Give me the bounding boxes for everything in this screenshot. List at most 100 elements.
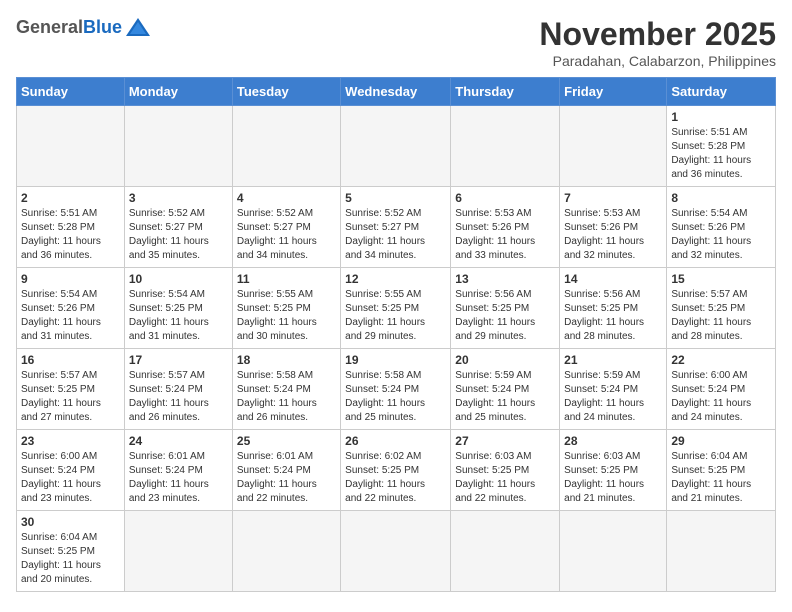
calendar-day-cell: 5 Sunrise: 5:52 AM Sunset: 5:27 PM Daylig… <box>341 187 451 268</box>
day-info: Sunrise: 6:04 AM Sunset: 5:25 PM Dayligh… <box>671 450 771 506</box>
logo-icon <box>124 16 152 38</box>
calendar-day-cell: 28 Sunrise: 6:03 AM Sunset: 5:25 PM Dayli… <box>560 430 667 511</box>
calendar-day-cell: 21Sunrise: 5:59 AM Sunset: 5:24 PM Dayli… <box>560 349 667 430</box>
calendar-day-cell <box>667 511 776 592</box>
calendar-week-row: 16Sunrise: 5:57 AM Sunset: 5:25 PM Dayli… <box>17 349 776 430</box>
day-number: 15 <box>671 272 771 286</box>
day-info: Sunrise: 6:01 AM Sunset: 5:24 PM Dayligh… <box>129 450 228 506</box>
calendar-day-cell: 6Sunrise: 5:53 AM Sunset: 5:26 PM Daylig… <box>451 187 560 268</box>
day-number: 19 <box>345 353 446 367</box>
day-number: 25 <box>237 434 336 448</box>
calendar-week-row: 1Sunrise: 5:51 AM Sunset: 5:28 PM Daylig… <box>17 106 776 187</box>
calendar-day-cell: 15 Sunrise: 5:57 AM Sunset: 5:25 PM Dayli… <box>667 268 776 349</box>
day-number: 5 <box>345 191 446 205</box>
calendar-day-cell: 7Sunrise: 5:53 AM Sunset: 5:26 PM Daylig… <box>560 187 667 268</box>
day-info: Sunrise: 5:55 AM Sunset: 5:25 PM Dayligh… <box>237 288 336 344</box>
day-number: 9 <box>21 272 120 286</box>
day-info: Sunrise: 5:55 AM Sunset: 5:25 PM Dayligh… <box>345 288 446 344</box>
day-info: Sunrise: 5:51 AM Sunset: 5:28 PM Dayligh… <box>21 207 120 263</box>
calendar-day-cell <box>17 106 125 187</box>
day-number: 21 <box>564 353 662 367</box>
day-info: Sunrise: 5:59 AM Sunset: 5:24 PM Dayligh… <box>455 369 555 425</box>
calendar-day-cell <box>560 106 667 187</box>
calendar-day-cell: 8 Sunrise: 5:54 AM Sunset: 5:26 PM Daylig… <box>667 187 776 268</box>
day-number: 23 <box>21 434 120 448</box>
calendar-day-cell: 24 Sunrise: 6:01 AM Sunset: 5:24 PM Dayli… <box>124 430 232 511</box>
day-info: Sunrise: 5:57 AM Sunset: 5:24 PM Dayligh… <box>129 369 228 425</box>
day-number: 30 <box>21 515 120 529</box>
calendar-week-row: 30 Sunrise: 6:04 AM Sunset: 5:25 PM Dayli… <box>17 511 776 592</box>
page-header: General Blue November 2025 Paradahan, Ca… <box>16 16 776 69</box>
logo-general-text: General <box>16 17 83 38</box>
calendar-day-cell: 17Sunrise: 5:57 AM Sunset: 5:24 PM Dayli… <box>124 349 232 430</box>
day-info: Sunrise: 6:00 AM Sunset: 5:24 PM Dayligh… <box>21 450 120 506</box>
calendar-day-cell: 3Sunrise: 5:52 AM Sunset: 5:27 PM Daylig… <box>124 187 232 268</box>
calendar-day-cell <box>124 106 232 187</box>
title-block: November 2025 Paradahan, Calabarzon, Phi… <box>539 16 776 69</box>
calendar-day-cell: 1Sunrise: 5:51 AM Sunset: 5:28 PM Daylig… <box>667 106 776 187</box>
day-number: 12 <box>345 272 446 286</box>
calendar-day-cell: 18 Sunrise: 5:58 AM Sunset: 5:24 PM Dayli… <box>232 349 340 430</box>
calendar-day-cell <box>232 511 340 592</box>
calendar-day-cell: 29 Sunrise: 6:04 AM Sunset: 5:25 PM Dayli… <box>667 430 776 511</box>
logo-blue-text: Blue <box>83 17 122 38</box>
day-number: 13 <box>455 272 555 286</box>
calendar-day-cell <box>341 106 451 187</box>
calendar-day-cell: 10 Sunrise: 5:54 AM Sunset: 5:25 PM Dayli… <box>124 268 232 349</box>
day-info: Sunrise: 5:58 AM Sunset: 5:24 PM Dayligh… <box>345 369 446 425</box>
day-number: 3 <box>129 191 228 205</box>
calendar-day-cell: 4Sunrise: 5:52 AM Sunset: 5:27 PM Daylig… <box>232 187 340 268</box>
day-info: Sunrise: 5:58 AM Sunset: 5:24 PM Dayligh… <box>237 369 336 425</box>
calendar-day-cell: 13 Sunrise: 5:56 AM Sunset: 5:25 PM Dayli… <box>451 268 560 349</box>
day-of-week-header: Tuesday <box>232 78 340 106</box>
calendar-day-cell: 25 Sunrise: 6:01 AM Sunset: 5:24 PM Dayli… <box>232 430 340 511</box>
calendar-day-cell: 11 Sunrise: 5:55 AM Sunset: 5:25 PM Dayli… <box>232 268 340 349</box>
day-info: Sunrise: 6:01 AM Sunset: 5:24 PM Dayligh… <box>237 450 336 506</box>
day-info: Sunrise: 5:57 AM Sunset: 5:25 PM Dayligh… <box>671 288 771 344</box>
day-number: 26 <box>345 434 446 448</box>
day-info: Sunrise: 5:51 AM Sunset: 5:28 PM Dayligh… <box>671 126 771 182</box>
calendar-day-cell: 16Sunrise: 5:57 AM Sunset: 5:25 PM Dayli… <box>17 349 125 430</box>
calendar-week-row: 23 Sunrise: 6:00 AM Sunset: 5:24 PM Dayli… <box>17 430 776 511</box>
day-info: Sunrise: 5:53 AM Sunset: 5:26 PM Dayligh… <box>564 207 662 263</box>
day-number: 28 <box>564 434 662 448</box>
calendar-day-cell: 30 Sunrise: 6:04 AM Sunset: 5:25 PM Dayli… <box>17 511 125 592</box>
calendar-day-cell <box>232 106 340 187</box>
day-info: Sunrise: 5:53 AM Sunset: 5:26 PM Dayligh… <box>455 207 555 263</box>
day-number: 8 <box>671 191 771 205</box>
calendar-day-cell <box>560 511 667 592</box>
day-info: Sunrise: 5:54 AM Sunset: 5:25 PM Dayligh… <box>129 288 228 344</box>
day-number: 10 <box>129 272 228 286</box>
day-info: Sunrise: 6:04 AM Sunset: 5:25 PM Dayligh… <box>21 531 120 587</box>
day-number: 24 <box>129 434 228 448</box>
calendar-day-cell: 23 Sunrise: 6:00 AM Sunset: 5:24 PM Dayli… <box>17 430 125 511</box>
day-info: Sunrise: 5:54 AM Sunset: 5:26 PM Dayligh… <box>671 207 771 263</box>
calendar-day-cell: 19 Sunrise: 5:58 AM Sunset: 5:24 PM Dayli… <box>341 349 451 430</box>
day-info: Sunrise: 5:56 AM Sunset: 5:25 PM Dayligh… <box>455 288 555 344</box>
location-title: Paradahan, Calabarzon, Philippines <box>539 53 776 69</box>
calendar-day-cell: 22 Sunrise: 6:00 AM Sunset: 5:24 PM Dayli… <box>667 349 776 430</box>
day-info: Sunrise: 6:00 AM Sunset: 5:24 PM Dayligh… <box>671 369 771 425</box>
day-number: 22 <box>671 353 771 367</box>
day-of-week-header: Saturday <box>667 78 776 106</box>
calendar-day-cell: 9 Sunrise: 5:54 AM Sunset: 5:26 PM Daylig… <box>17 268 125 349</box>
calendar-week-row: 9 Sunrise: 5:54 AM Sunset: 5:26 PM Daylig… <box>17 268 776 349</box>
day-info: Sunrise: 5:52 AM Sunset: 5:27 PM Dayligh… <box>345 207 446 263</box>
month-title: November 2025 <box>539 16 776 53</box>
calendar-day-cell <box>124 511 232 592</box>
calendar-day-cell: 26 Sunrise: 6:02 AM Sunset: 5:25 PM Dayli… <box>341 430 451 511</box>
day-number: 29 <box>671 434 771 448</box>
day-info: Sunrise: 5:54 AM Sunset: 5:26 PM Dayligh… <box>21 288 120 344</box>
calendar-day-cell: 20Sunrise: 5:59 AM Sunset: 5:24 PM Dayli… <box>451 349 560 430</box>
day-info: Sunrise: 6:02 AM Sunset: 5:25 PM Dayligh… <box>345 450 446 506</box>
day-of-week-header: Sunday <box>17 78 125 106</box>
calendar-day-cell: 12 Sunrise: 5:55 AM Sunset: 5:25 PM Dayli… <box>341 268 451 349</box>
day-number: 18 <box>237 353 336 367</box>
day-info: Sunrise: 6:03 AM Sunset: 5:25 PM Dayligh… <box>564 450 662 506</box>
day-number: 4 <box>237 191 336 205</box>
calendar-table: SundayMondayTuesdayWednesdayThursdayFrid… <box>16 77 776 592</box>
day-info: Sunrise: 6:03 AM Sunset: 5:25 PM Dayligh… <box>455 450 555 506</box>
day-number: 11 <box>237 272 336 286</box>
calendar-day-cell <box>341 511 451 592</box>
day-info: Sunrise: 5:56 AM Sunset: 5:25 PM Dayligh… <box>564 288 662 344</box>
